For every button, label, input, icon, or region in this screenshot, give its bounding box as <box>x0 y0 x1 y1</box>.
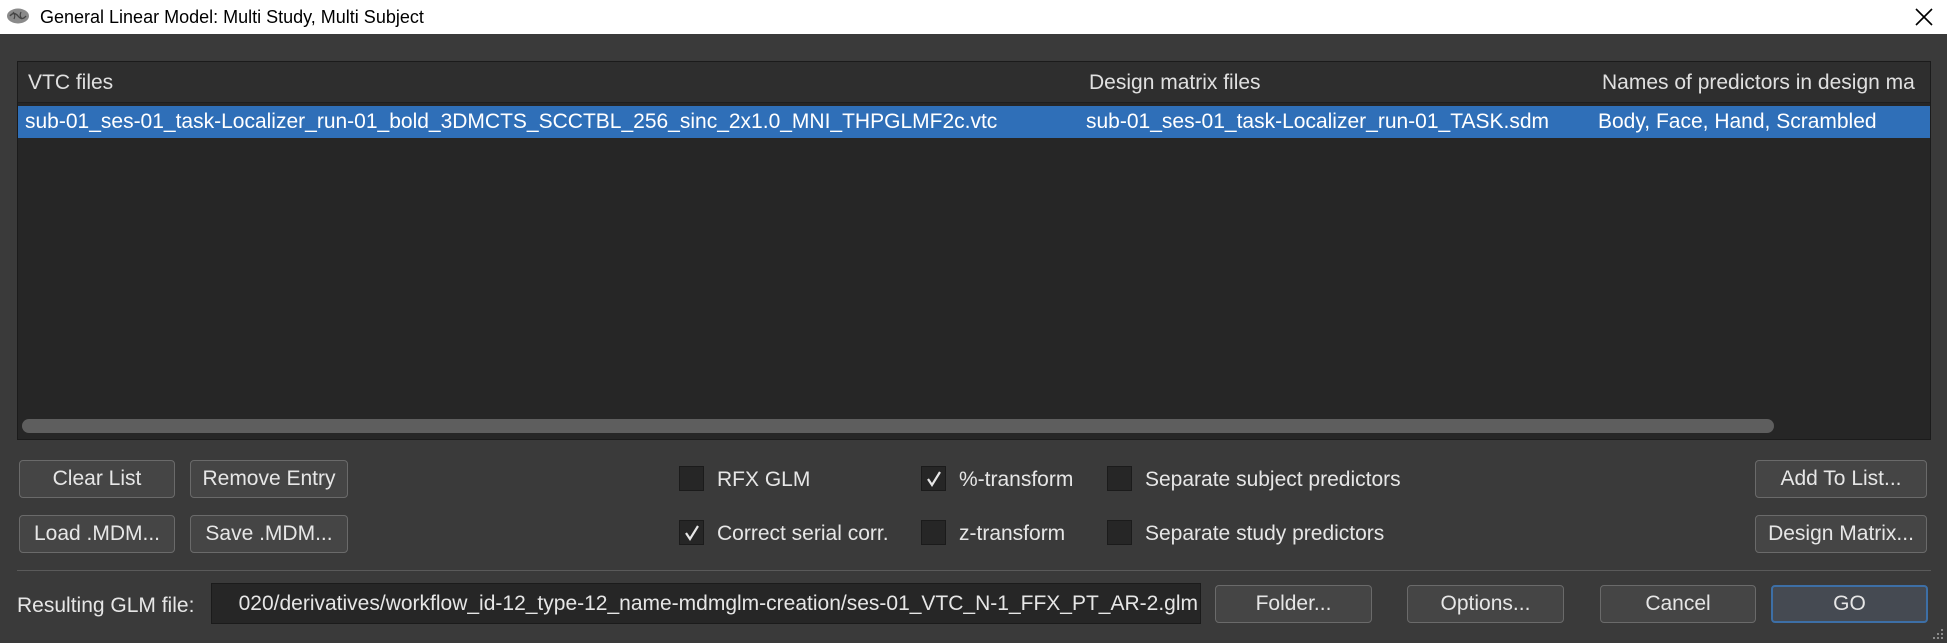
correct-serial-corr-checkbox[interactable] <box>679 520 704 545</box>
window-title: General Linear Model: Multi Study, Multi… <box>40 7 424 27</box>
column-header-design-matrix[interactable]: Design matrix files <box>1089 71 1261 95</box>
checkmark-icon <box>684 524 699 541</box>
checkmark-icon <box>926 470 941 487</box>
resize-grip-icon[interactable] <box>1929 625 1945 641</box>
rfx-glm-label: RFX GLM <box>717 468 811 491</box>
title-bar: General Linear Model: Multi Study, Multi… <box>0 0 1947 34</box>
go-button[interactable]: GO <box>1771 585 1928 623</box>
correct-serial-corr-label: Correct serial corr. <box>717 522 889 545</box>
save-mdm-button[interactable]: Save .MDM... <box>190 515 348 553</box>
table-row[interactable]: sub-01_ses-01_task-Localizer_run-01_bold… <box>18 106 1930 138</box>
horizontal-scrollbar[interactable] <box>22 419 1774 433</box>
table-header: VTC files Design matrix files Names of p… <box>18 62 1930 103</box>
options-button[interactable]: Options... <box>1407 585 1564 623</box>
rfx-glm-checkbox[interactable] <box>679 466 704 491</box>
percent-transform-checkbox[interactable] <box>921 466 946 491</box>
design-matrix-button[interactable]: Design Matrix... <box>1755 515 1927 553</box>
cell-predictor-names: Body, Face, Hand, Scrambled <box>1598 110 1877 133</box>
close-button[interactable] <box>1901 0 1947 34</box>
separate-study-predictors-label: Separate study predictors <box>1145 522 1385 545</box>
cell-vtc-file: sub-01_ses-01_task-Localizer_run-01_bold… <box>25 110 998 133</box>
brain-icon <box>7 8 29 24</box>
z-transform-checkbox[interactable] <box>921 520 946 545</box>
column-header-vtc[interactable]: VTC files <box>28 71 113 95</box>
close-icon <box>1915 8 1933 26</box>
column-header-predictor-names[interactable]: Names of predictors in design ma <box>1602 71 1915 95</box>
divider <box>17 570 1931 571</box>
z-transform-label: z-transform <box>959 522 1066 545</box>
file-list-table[interactable]: VTC files Design matrix files Names of p… <box>17 61 1931 440</box>
clear-list-button[interactable]: Clear List <box>19 460 175 498</box>
remove-entry-button[interactable]: Remove Entry <box>190 460 348 498</box>
resulting-glm-file-label: Resulting GLM file: <box>17 594 195 617</box>
separate-study-predictors-checkbox[interactable] <box>1107 520 1132 545</box>
cancel-button[interactable]: Cancel <box>1600 585 1756 623</box>
folder-button[interactable]: Folder... <box>1215 585 1372 623</box>
separate-subject-predictors-checkbox[interactable] <box>1107 466 1132 491</box>
glm-file-path-value: 020/derivatives/workflow_id-12_type-12_n… <box>238 591 1198 615</box>
glm-file-path-field[interactable]: 020/derivatives/workflow_id-12_type-12_n… <box>211 583 1201 624</box>
add-to-list-button[interactable]: Add To List... <box>1755 460 1927 498</box>
percent-transform-label: %-transform <box>959 468 1074 491</box>
load-mdm-button[interactable]: Load .MDM... <box>19 515 175 553</box>
cell-design-matrix-file: sub-01_ses-01_task-Localizer_run-01_TASK… <box>1086 110 1550 133</box>
separate-subject-predictors-label: Separate subject predictors <box>1145 468 1401 491</box>
